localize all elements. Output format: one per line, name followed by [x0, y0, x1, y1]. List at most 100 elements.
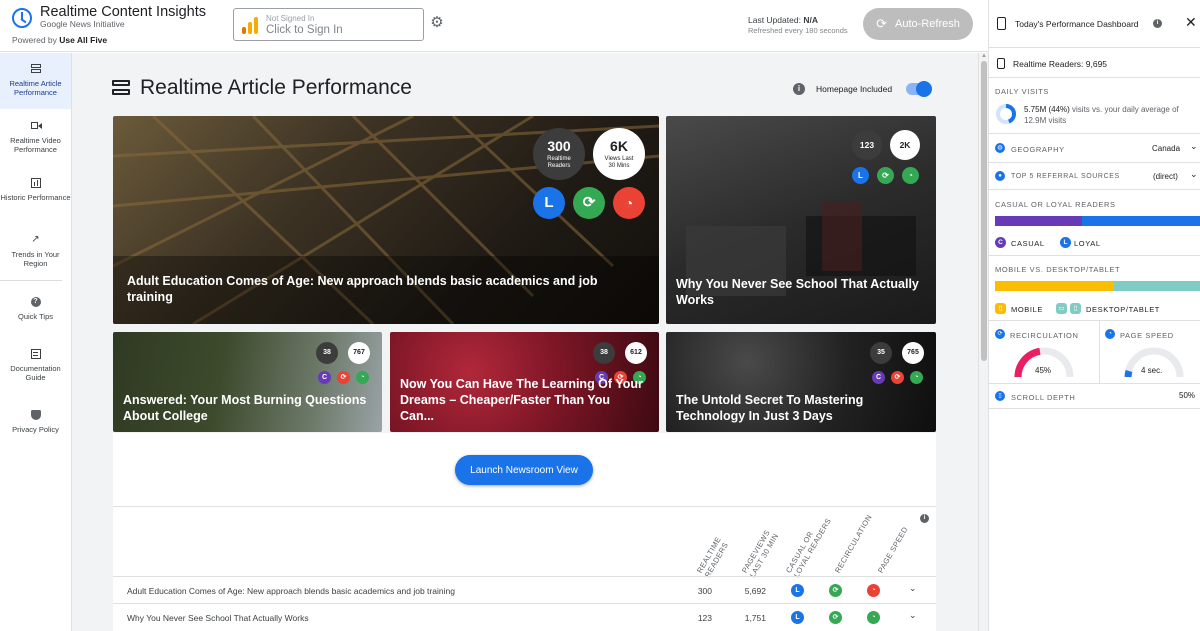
article-card[interactable]: 123 2K L ⟳ ◔ Why You Never See School Th…: [666, 116, 936, 324]
row-readers: 123: [697, 613, 712, 623]
daily-visits-section: Daily Visits 5.75M (44%) visits vs. your…: [989, 78, 1200, 134]
article-card[interactable]: 38 767 C ⟳ ◔ Answered: Your Most Burning…: [113, 332, 382, 432]
sidebar-item-label: Documentation Guide: [10, 364, 61, 382]
powered-by-link[interactable]: Use All Five: [59, 35, 107, 45]
geography-row[interactable]: ◍ Geography Canada ⌄: [989, 134, 1200, 163]
casual-badge: C: [318, 371, 331, 384]
casual-loyal-bar: [995, 216, 1200, 226]
readers-badge: 300 Realtime Readers: [533, 128, 585, 180]
sidebar-item-article[interactable]: Realtime Article Performance: [0, 53, 71, 109]
card-title: Adult Education Comes of Age: New approa…: [127, 274, 598, 304]
help-icon: ?: [30, 297, 42, 307]
col-header-recirculation[interactable]: Recirculation: [833, 509, 876, 575]
article-icon: [30, 64, 42, 74]
page-title: Realtime Article Performance: [140, 76, 412, 99]
chevron-down-icon[interactable]: ⌄: [909, 610, 917, 621]
launch-newsroom-button[interactable]: Launch Newsroom View: [455, 455, 593, 485]
shield-icon: [30, 410, 42, 420]
scroll-thumb[interactable]: [981, 61, 987, 361]
sidebar-item-privacy[interactable]: Privacy Policy: [0, 410, 71, 434]
loyal-badge: L: [791, 584, 804, 597]
gauges-section: ⟳ Recirculation 45% ◔ Page Speed 4 sec.: [989, 321, 1200, 384]
sidebar-item-label: Historic Performance: [0, 193, 71, 202]
casual-loyal-section: Casual or Loyal Readers C Casual L Loyal: [989, 190, 1200, 256]
recirculation-icon: ⟳: [573, 187, 605, 219]
row-pageviews: 1,751: [744, 613, 766, 623]
sidebar-item-label: Quick Tips: [17, 312, 53, 321]
mouse-icon: ▯: [995, 391, 1005, 401]
info-icon[interactable]: i: [793, 83, 805, 95]
loyal-label: Loyal: [1074, 239, 1101, 248]
auto-refresh-button[interactable]: ⟳ Auto-Refresh: [863, 8, 973, 40]
recirculation-icon: ⟳: [877, 167, 894, 184]
gear-icon[interactable]: ⚙: [430, 15, 444, 30]
readers-count: 38: [593, 342, 615, 364]
mobile-bar-fill: [995, 281, 1114, 291]
loyal-bar-fill: [1082, 216, 1200, 226]
sidebar-item-tips[interactable]: ? Quick Tips: [0, 297, 71, 321]
speed-icon: ◔: [902, 167, 919, 184]
device-section: Mobile vs. Desktop/Tablet ▯ Mobile ▭ ▯ D…: [989, 256, 1200, 321]
dashboard-panel: Today's Performance Dashboard i ✕ Realti…: [988, 0, 1200, 631]
app-subtitle: Google News Initiative: [40, 19, 125, 29]
close-icon[interactable]: ✕: [1185, 14, 1197, 31]
article-card[interactable]: 35 765 C ⟳ ◔ The Untold Secret To Master…: [666, 332, 936, 432]
speed-icon: ◔: [1105, 329, 1115, 339]
device-label: Mobile vs. Desktop/Tablet: [995, 265, 1121, 274]
col-header-casual-loyal[interactable]: Casual or Loyal Readers: [784, 509, 835, 579]
row-pageviews: 5,692: [744, 586, 766, 596]
sidebar-item-trends[interactable]: ↗ Trends in Your Region: [0, 234, 71, 269]
col-header-page-speed[interactable]: Page Speed: [876, 509, 919, 574]
mobile-icon: ▯: [995, 303, 1006, 314]
trending-icon: ↗: [31, 234, 40, 245]
sidebar-divider: [0, 280, 62, 281]
info-icon[interactable]: i: [920, 514, 929, 523]
top-header: Realtime Content Insights Google News In…: [0, 0, 988, 52]
scroll-depth-value: 50%: [1179, 391, 1196, 400]
article-card-featured[interactable]: 300 Realtime Readers 6K Views Last 30 Mi…: [113, 116, 659, 324]
row-title: Adult Education Comes of Age: New approa…: [127, 586, 455, 596]
scroll-up-icon[interactable]: ▲: [981, 53, 987, 59]
main-scrollbar[interactable]: ▲: [978, 53, 988, 631]
scroll-depth-row: ▯ Scroll Depth 50%: [989, 384, 1200, 409]
sign-in-box[interactable]: Not Signed In Click to Sign In: [233, 8, 424, 41]
sidebar-item-docs[interactable]: Documentation Guide: [0, 349, 71, 382]
sidebar-item-video[interactable]: Realtime Video Performance: [0, 121, 71, 154]
col-header-readers[interactable]: Realtime Readers: [695, 509, 746, 579]
daily-visits-value: 5.75M (44%): [1024, 105, 1070, 114]
info-icon[interactable]: i: [1153, 19, 1162, 28]
powered-by: Powered by Use All Five: [12, 35, 107, 45]
referral-row[interactable]: ● Top 5 Referral Sources (direct) ⌄: [989, 163, 1200, 190]
col-header-pageviews[interactable]: Pageviews Last 30 Min: [740, 509, 791, 579]
article-card[interactable]: 38 612 C ⟳ ◔ Now You Can Have The Learni…: [390, 332, 659, 432]
desktop-label: Desktop/Tablet: [1086, 305, 1160, 314]
signin-action[interactable]: Click to Sign In: [266, 24, 343, 36]
chevron-down-icon[interactable]: ⌄: [1190, 141, 1198, 152]
chevron-down-icon[interactable]: ⌄: [1190, 169, 1198, 180]
last-updated-value: N/A: [803, 15, 818, 25]
homepage-toggle[interactable]: [906, 81, 932, 97]
sidebar-item-historic[interactable]: Historic Performance: [0, 178, 71, 202]
phone-icon: [997, 17, 1006, 30]
referral-label: Top 5 Referral Sources: [1011, 173, 1120, 180]
desktop-bar-fill: [1114, 281, 1200, 291]
readers-count: 300: [547, 138, 571, 154]
chart-icon: [30, 178, 42, 188]
people-icon: ●: [995, 171, 1005, 181]
speed-icon: ◔: [867, 611, 880, 624]
document-icon: [30, 349, 42, 359]
table-row[interactable]: Why You Never See School That Actually W…: [113, 603, 936, 630]
desktop-icon: ▭: [1056, 303, 1067, 314]
app-title: Realtime Content Insights: [40, 4, 207, 20]
casual-badge: C: [872, 371, 885, 384]
recirculation-icon: ⟳: [829, 611, 842, 624]
sidebar-item-label: Privacy Policy: [12, 425, 59, 434]
article-table-panel: Launch Newsroom View i Realtime Readers …: [113, 433, 936, 631]
chevron-down-icon[interactable]: ⌄: [909, 583, 917, 594]
table-row[interactable]: Adult Education Comes of Age: New approa…: [113, 576, 936, 603]
mobile-label: Mobile: [1011, 305, 1043, 314]
card-title: Answered: Your Most Burning Questions Ab…: [123, 393, 367, 423]
card-title: Why You Never See School That Actually W…: [676, 277, 919, 307]
views-count: 2K: [890, 130, 920, 160]
panel-title: Today's Performance Dashboard: [1015, 19, 1139, 29]
